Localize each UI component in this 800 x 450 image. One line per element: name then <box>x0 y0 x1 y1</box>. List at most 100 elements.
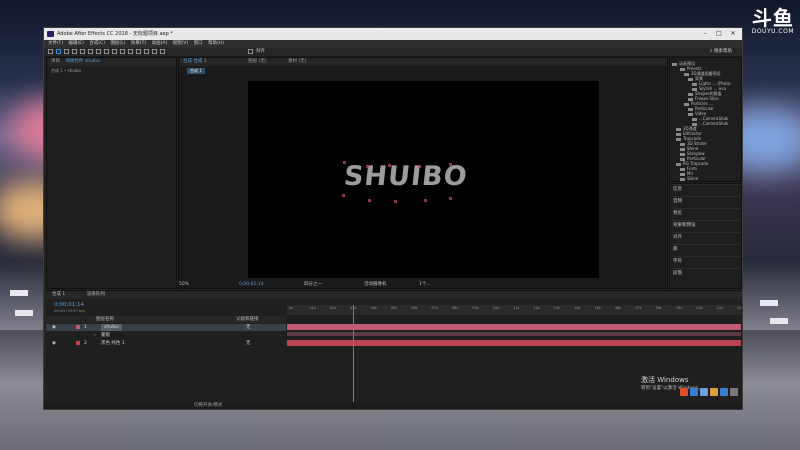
tab-composition[interactable]: 合成 合成 1 <box>183 59 207 64</box>
tray-app-icon[interactable] <box>690 388 698 396</box>
layer-name[interactable]: 蒙版 <box>101 332 110 339</box>
close-button[interactable]: ✕ <box>726 28 740 40</box>
menu-view[interactable]: 视图(V) <box>173 40 189 48</box>
align-checkbox[interactable] <box>248 49 253 54</box>
home-icon[interactable] <box>48 49 53 54</box>
effects-tree-label: Shine <box>687 176 699 181</box>
tray-app-icon[interactable] <box>730 388 738 396</box>
effects-tree-item[interactable]: Shine <box>670 176 698 182</box>
parent-dropdown[interactable]: 无 <box>246 324 251 331</box>
brush-tool-icon[interactable] <box>128 49 133 54</box>
tab-footage[interactable]: 素材 (无) <box>288 59 306 64</box>
menu-effect[interactable]: 效果(T) <box>131 40 146 48</box>
panel-effects-presets[interactable]: 效果和预设 <box>670 220 741 229</box>
mask-point[interactable] <box>394 200 397 203</box>
puppet-tool-icon[interactable] <box>160 49 165 54</box>
menu-composition[interactable]: 合成(C) <box>89 40 105 48</box>
parent-dropdown[interactable]: 无 <box>246 340 251 347</box>
menu-layer[interactable]: 图层(L) <box>110 40 125 48</box>
pen-tool-icon[interactable] <box>112 49 117 54</box>
layer-number: 1 <box>84 325 87 330</box>
current-time[interactable]: 0;00;01;14 <box>54 302 84 308</box>
sogou-input-icon[interactable] <box>680 388 688 396</box>
tab-timeline-comp[interactable]: 合成 1 <box>52 292 65 297</box>
tab-render-queue[interactable]: 渲染队列 <box>87 292 105 297</box>
menu-help[interactable]: 帮助(H) <box>208 40 224 48</box>
status-bar: 切换开关/模式 <box>44 402 742 409</box>
search-help-field[interactable]: ⌕ 搜索帮助 <box>710 48 732 56</box>
mask-point[interactable] <box>418 165 421 168</box>
panel-preview[interactable]: 预览 <box>670 208 741 217</box>
composition-tabs: 合成 合成 1 图层 (无) 素材 (无) <box>179 58 667 66</box>
window-title: Adobe After Effects CC 2018 - 无标题项目.aep … <box>57 31 173 37</box>
layer-name[interactable]: 黑色 纯色 1 <box>101 340 125 347</box>
mask-point[interactable] <box>388 164 391 167</box>
layer-row[interactable]: ◉ 1 shuibo 无 <box>46 324 286 331</box>
menu-animation[interactable]: 动画(A) <box>152 40 168 48</box>
visibility-eye-icon[interactable]: ◉ <box>52 324 56 331</box>
mask-point[interactable] <box>424 199 427 202</box>
label-color-swatch[interactable] <box>76 341 80 345</box>
viewer-controls: 50% 0;00;01;14 四分之一 活动摄像机 1个... <box>179 281 599 289</box>
tab-project[interactable]: 项目 <box>51 59 60 64</box>
effects-presets-tree: 动画预设 Presets 3D通道图層预设 背景 Lights ... (Photo St… <box>669 57 742 182</box>
toggle-switches-modes[interactable]: 切换开关/模式 <box>194 402 223 409</box>
panel-paragraph[interactable]: 段落 <box>670 268 741 277</box>
mask-expand-chevron-icon[interactable]: › <box>94 332 96 339</box>
layer-row[interactable]: › 蒙版 <box>46 332 286 339</box>
tab-layer[interactable]: 图层 (无) <box>248 59 266 64</box>
camera-dropdown[interactable]: 活动摄像机 <box>364 281 387 289</box>
mask-duration-bar[interactable] <box>287 332 741 336</box>
resolution-dropdown[interactable]: 四分之一 <box>304 281 322 289</box>
layer-row[interactable]: ◉ 2 黑色 纯色 1 无 <box>46 340 286 347</box>
type-tool-icon[interactable] <box>120 49 125 54</box>
viewer-timecode[interactable]: 0;00;01;14 <box>239 281 264 289</box>
label-color-swatch[interactable] <box>76 325 80 329</box>
ruler-tick-label: 19s <box>675 306 683 310</box>
mask-point[interactable] <box>343 161 346 164</box>
rotate-tool-icon[interactable] <box>80 49 85 54</box>
hand-tool-icon[interactable] <box>64 49 69 54</box>
current-time-indicator[interactable] <box>353 305 354 407</box>
visibility-eye-icon[interactable]: ◉ <box>52 340 56 347</box>
layer-duration-bar[interactable] <box>287 340 741 346</box>
pan-behind-tool-icon[interactable] <box>96 49 101 54</box>
project-tabs: 项目 效果控件 shuibo <box>47 58 176 66</box>
rectangle-tool-icon[interactable] <box>104 49 109 54</box>
ruler-tick-label: 21s <box>716 306 723 310</box>
roto-brush-tool-icon[interactable] <box>152 49 157 54</box>
mask-point[interactable] <box>366 165 369 168</box>
eraser-tool-icon[interactable] <box>144 49 149 54</box>
mask-point[interactable] <box>449 163 452 166</box>
tray-app-icon[interactable] <box>710 388 718 396</box>
menu-edit[interactable]: 编辑(E) <box>69 40 84 48</box>
tray-app-icon[interactable] <box>720 388 728 396</box>
comp-name-chip[interactable]: 合成 1 <box>187 68 205 74</box>
panel-align[interactable]: 对齐 <box>670 232 741 241</box>
mask-point[interactable] <box>368 199 371 202</box>
tray-app-icon[interactable] <box>700 388 708 396</box>
tab-effect-controls[interactable]: 效果控件 shuibo <box>65 59 99 64</box>
panel-info[interactable]: 信息 <box>670 184 741 193</box>
layer-duration-bar[interactable] <box>287 324 741 330</box>
time-ruler[interactable]: 0s01s02s03s04s05s06s07s08s09s10s11s12s13… <box>287 305 742 315</box>
menu-file[interactable]: 文件(F) <box>48 40 63 48</box>
zoom-tool-icon[interactable] <box>72 49 77 54</box>
composition-viewer[interactable]: SHUIBO <box>248 81 599 278</box>
clone-tool-icon[interactable] <box>136 49 141 54</box>
menu-window[interactable]: 窗口 <box>194 40 203 48</box>
panel-character[interactable]: 字符 <box>670 256 741 265</box>
douyu-logo: 斗鱼 <box>751 6 794 30</box>
zoom-dropdown[interactable]: 50% <box>179 281 189 289</box>
views-dropdown[interactable]: 1个... <box>419 281 431 289</box>
maximize-button[interactable]: □ <box>712 28 726 40</box>
mask-point[interactable] <box>449 197 452 200</box>
panel-audio[interactable]: 音频 <box>670 196 741 205</box>
minimize-button[interactable]: – <box>698 28 712 40</box>
panel-library[interactable]: 库 <box>670 244 741 253</box>
layer-name[interactable]: shuibo <box>101 324 122 331</box>
tool-bar: 对齐 ⌕ 搜索帮助 <box>44 48 742 57</box>
mask-point[interactable] <box>342 194 345 197</box>
selection-tool-icon[interactable] <box>56 49 61 54</box>
camera-tool-icon[interactable] <box>88 49 93 54</box>
